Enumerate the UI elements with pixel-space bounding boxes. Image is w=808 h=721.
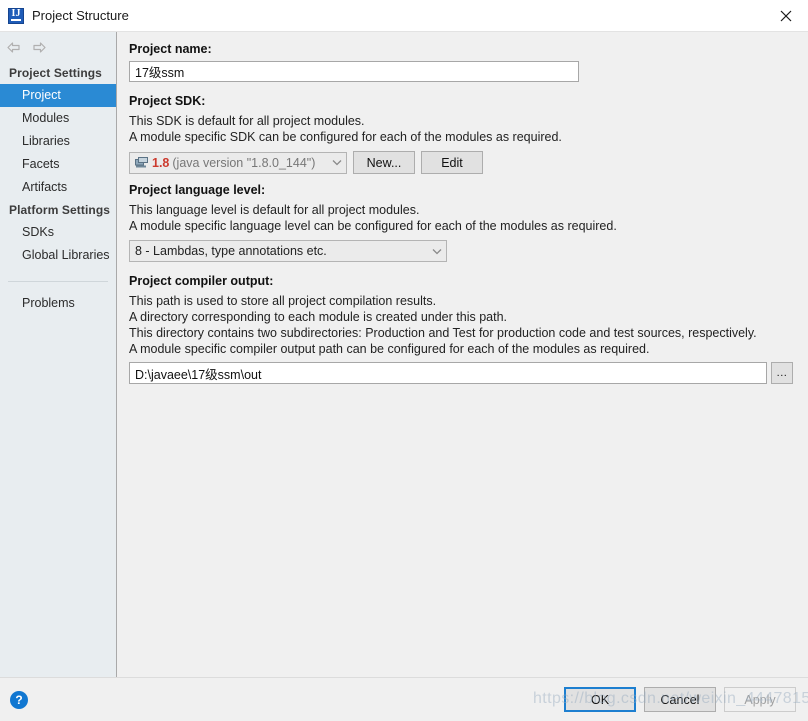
project-name-input[interactable] [129, 61, 579, 82]
project-sdk-description-line-1: This SDK is default for all project modu… [129, 114, 365, 128]
dialog-footer: ? OK Cancel Apply [0, 677, 808, 721]
ellipsis-browse-icon: ... [776, 367, 788, 379]
dialog-body: Project Settings Project Modules Librari… [0, 32, 808, 677]
project-sdk-version: 1.8 [152, 155, 170, 170]
sidebar-item-modules[interactable]: Modules [0, 107, 116, 130]
project-compiler-output-label: Project compiler output: [129, 274, 274, 288]
language-level-description-line-1: This language level is default for all p… [129, 203, 420, 217]
project-settings-panel: Project name: Project SDK: This SDK is d… [117, 32, 808, 677]
chevron-down-icon [326, 159, 342, 166]
language-level-description-line-2: A module specific language level can be … [129, 219, 617, 233]
project-sdk-dropdown[interactable]: 1.8 (java version "1.8.0_144") [129, 151, 347, 174]
compiler-output-description-line-1: This path is used to store all project c… [129, 294, 437, 308]
compiler-output-description-line-3: This directory contains two subdirectori… [129, 326, 757, 340]
compiler-output-description-line-4: A module specific compiler output path c… [129, 342, 650, 356]
sidebar-item-facets[interactable]: Facets [0, 153, 116, 176]
help-question-icon: ? [15, 692, 23, 707]
settings-sidebar: Project Settings Project Modules Librari… [0, 32, 117, 677]
project-sdk-description-line-2: A module specific SDK can be configured … [129, 130, 562, 144]
window-titlebar: Project Structure [0, 0, 808, 32]
compiler-output-description-line-2: A directory corresponding to each module… [129, 310, 507, 324]
sidebar-group-project-settings-header: Project Settings [9, 66, 102, 80]
navigate-back-button[interactable] [5, 39, 21, 55]
project-language-level-dropdown[interactable]: 8 - Lambdas, type annotations etc. [129, 240, 447, 262]
chevron-down-icon [426, 248, 442, 255]
new-sdk-button[interactable]: New... [353, 151, 415, 174]
sdk-module-icon [135, 157, 148, 168]
close-icon [780, 10, 792, 21]
sidebar-divider [8, 281, 108, 282]
apply-button[interactable]: Apply [724, 687, 796, 712]
close-window-button[interactable] [764, 0, 808, 31]
sidebar-item-sdks[interactable]: SDKs [0, 221, 116, 244]
compiler-output-path-input[interactable] [129, 362, 767, 384]
ok-button[interactable]: OK [564, 687, 636, 712]
window-title: Project Structure [32, 8, 129, 23]
project-sdk-label: Project SDK: [129, 94, 206, 108]
project-language-level-label: Project language level: [129, 183, 266, 197]
language-level-selected-value: 8 - Lambdas, type annotations etc. [135, 244, 327, 258]
sidebar-group-platform-settings-header: Platform Settings [9, 203, 111, 217]
sidebar-item-libraries[interactable]: Libraries [0, 130, 116, 153]
browse-compiler-output-button[interactable]: ... [771, 362, 793, 384]
sidebar-item-problems[interactable]: Problems [0, 292, 116, 315]
project-sdk-version-detail: (java version "1.8.0_144") [172, 155, 316, 170]
arrow-right-icon [32, 41, 46, 53]
arrow-left-icon [6, 41, 20, 53]
intellij-idea-logo-icon [8, 7, 24, 24]
sidebar-item-global-libraries[interactable]: Global Libraries [0, 244, 116, 267]
dialog-action-buttons: OK Cancel Apply [564, 687, 796, 712]
compiler-output-path-row: ... [129, 362, 798, 384]
sidebar-navigation-arrows [0, 32, 116, 62]
help-button[interactable]: ? [10, 690, 28, 709]
sidebar-item-project[interactable]: Project [0, 84, 116, 107]
edit-sdk-button[interactable]: Edit [421, 151, 483, 174]
navigate-forward-button[interactable] [31, 39, 47, 55]
project-name-label: Project name: [129, 42, 212, 56]
sidebar-item-artifacts[interactable]: Artifacts [0, 176, 116, 199]
cancel-button[interactable]: Cancel [644, 687, 716, 712]
